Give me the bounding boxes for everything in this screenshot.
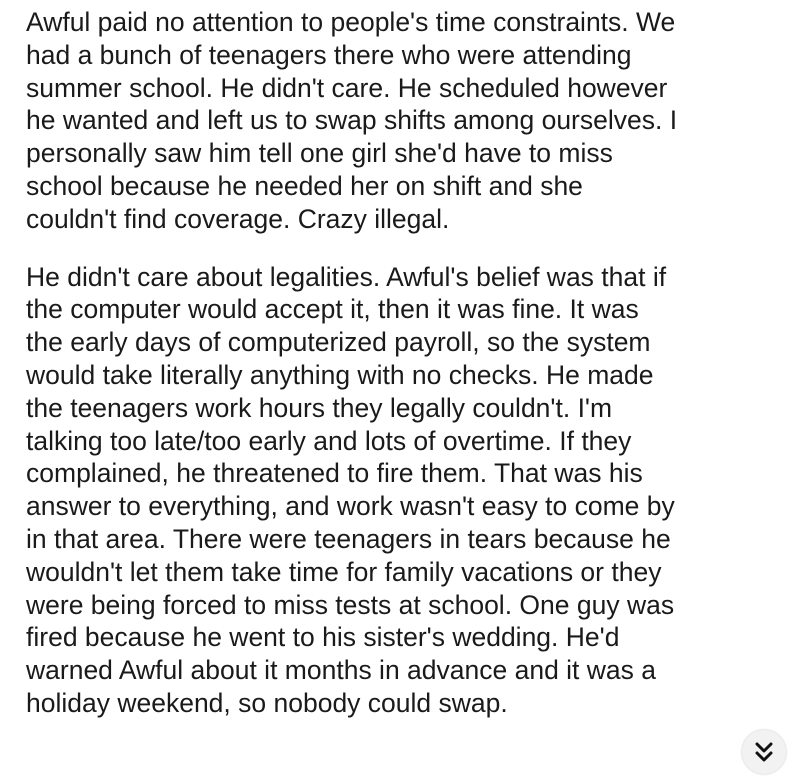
double-chevron-down-icon xyxy=(755,742,773,762)
text-line: He didn't care about legalities. Awful's… xyxy=(26,261,667,292)
text-line: complained, he threatened to fire them. … xyxy=(26,458,643,489)
text-line: fired because he went to his sister's we… xyxy=(26,622,620,653)
text-line: he wanted and left us to swap shifts amo… xyxy=(26,105,678,136)
text-line: in that area. There were teenagers in te… xyxy=(26,523,671,554)
text-line: school because he needed her on shift an… xyxy=(26,170,583,201)
scroll-down-button[interactable] xyxy=(742,730,786,774)
paragraph-2: He didn't care about legalities. Awful's… xyxy=(26,261,786,720)
text-line: the computer would accept it, then it wa… xyxy=(26,294,639,325)
text-line: couldn't find coverage. Crazy illegal. xyxy=(26,203,450,234)
text-line: personally saw him tell one girl she'd h… xyxy=(26,138,613,169)
text-line: the early days of computerized payroll, … xyxy=(26,327,651,358)
text-line: holiday weekend, so nobody could swap. xyxy=(26,687,508,718)
text-line: answer to everything, and work wasn't ea… xyxy=(26,491,675,522)
text-line: wouldn't let them take time for family v… xyxy=(26,556,662,587)
text-line: Awful paid no attention to people's time… xyxy=(26,7,676,37)
paragraph-1: Awful paid no attention to people's time… xyxy=(26,6,786,236)
text-line: were being forced to miss tests at schoo… xyxy=(26,589,675,620)
text-line: summer school. He didn't care. He schedu… xyxy=(26,72,668,103)
text-line: talking too late/too early and lots of o… xyxy=(26,425,632,456)
text-line: had a bunch of teenagers there who were … xyxy=(26,39,632,70)
article-body: Awful paid no attention to people's time… xyxy=(26,6,786,720)
text-line: the teenagers work hours they legally co… xyxy=(26,392,613,423)
text-line: warned Awful about it months in advance … xyxy=(26,655,657,686)
text-line: would take literally anything with no ch… xyxy=(26,359,654,390)
